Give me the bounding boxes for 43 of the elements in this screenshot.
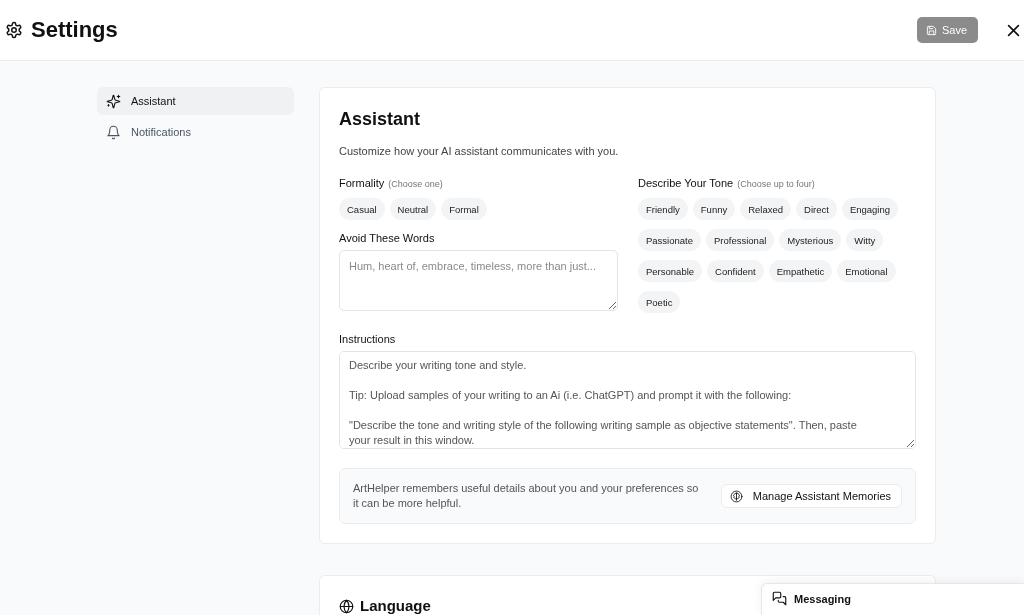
- option-chip[interactable]: Engaging: [841, 198, 899, 220]
- option-chip[interactable]: Funny: [692, 198, 736, 220]
- text-area[interactable]: Hum, heart of, embrace, timeless, more than just...: [339, 250, 618, 311]
- brain-icon: [729, 489, 743, 503]
- option-chip[interactable]: Casual: [339, 198, 385, 220]
- option-chip[interactable]: Relaxed: [740, 198, 792, 220]
- option-chip[interactable]: Direct: [796, 198, 837, 220]
- option-chip[interactable]: Witty: [846, 229, 884, 251]
- field-label: Describe Your Tone: [638, 176, 734, 191]
- field-label: Avoid These Words: [339, 231, 435, 246]
- floppy-disk-icon: [925, 24, 937, 36]
- sparkle-icon: [106, 93, 121, 109]
- close-icon: [1006, 23, 1020, 37]
- sidebar-item[interactable]: Assistant: [97, 87, 294, 115]
- option-chip[interactable]: Formal: [441, 198, 487, 220]
- sidebar-item[interactable]: Notifications: [97, 118, 294, 146]
- option-chip[interactable]: Empathetic: [768, 260, 833, 282]
- field-label: Instructions: [339, 332, 396, 347]
- option-chip[interactable]: Personable: [638, 260, 703, 282]
- page-title: Settings: [31, 17, 119, 43]
- section-heading: Assistant: [339, 108, 422, 130]
- globe-icon: [339, 598, 354, 614]
- hint-text: (Choose up to four): [737, 178, 815, 191]
- field-label: Formality: [339, 176, 385, 191]
- info-text: ArtHelper remembers useful details about you and your preferences so it can be more helpful.: [353, 481, 700, 511]
- option-chip[interactable]: Passionate: [638, 229, 701, 251]
- option-chip[interactable]: Neutral: [389, 198, 437, 220]
- option-chip[interactable]: Confident: [707, 260, 764, 282]
- hint-text: (Choose one): [388, 178, 443, 191]
- messaging-panel-tab[interactable]: Messaging: [761, 583, 1024, 615]
- description-text: Customize how your AI assistant communicates with you.: [339, 144, 620, 159]
- option-chip[interactable]: Poetic: [638, 291, 681, 313]
- option-chip[interactable]: Emotional: [837, 260, 896, 282]
- chat-bubbles-icon: [772, 591, 787, 606]
- option-chip[interactable]: Friendly: [638, 198, 688, 220]
- option-chip[interactable]: Professional: [706, 229, 775, 251]
- section-heading: Language: [360, 597, 431, 615]
- close-button[interactable]: [1006, 22, 1020, 38]
- bell-icon: [106, 124, 121, 140]
- option-chip[interactable]: Mysterious: [779, 229, 842, 251]
- manage-memories-button[interactable]: Manage Assistant Memories: [720, 484, 902, 508]
- settings-icon: [5, 21, 23, 39]
- text-area[interactable]: Describe your writing tone and style. Tip: Upload samples of your writing to an Ai (i.e. ChatGPT) and prompt it with the following: "Describe the tone and writing style of the following writing sample as objective statements". Then, paste your result in this window.: [339, 351, 916, 449]
